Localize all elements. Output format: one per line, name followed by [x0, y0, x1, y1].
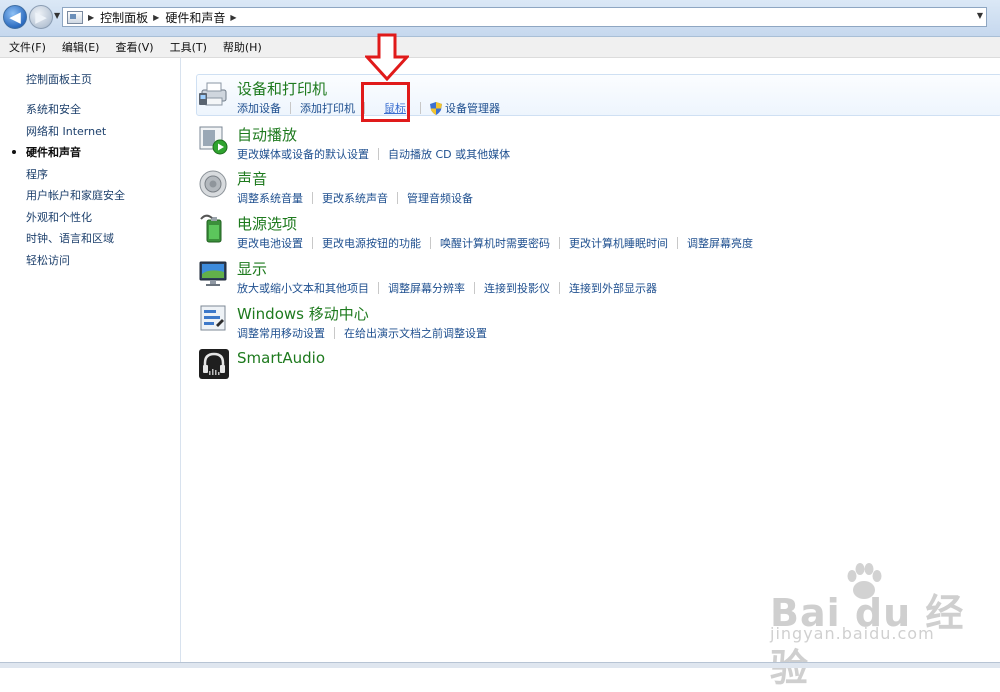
- control-panel-icon: [67, 10, 83, 24]
- breadcrumb-chevron-icon[interactable]: ▶: [153, 13, 159, 22]
- link-text-size[interactable]: 放大或缩小文本和其他项目: [237, 280, 369, 296]
- breadcrumb-chevron-icon[interactable]: ▶: [230, 13, 236, 22]
- category-title[interactable]: 自动播放: [237, 124, 297, 145]
- headphones-icon: [199, 349, 229, 379]
- category-title[interactable]: 电源选项: [237, 213, 297, 234]
- link-add-device[interactable]: 添加设备: [237, 100, 281, 116]
- link-screen-brightness[interactable]: 调整屏幕亮度: [687, 235, 753, 251]
- printer-icon: [199, 82, 227, 106]
- forward-button[interactable]: ▶: [29, 5, 53, 29]
- menu-view[interactable]: 查看(V): [106, 39, 160, 55]
- link-device-manager[interactable]: 设备管理器: [445, 100, 500, 116]
- nav-programs[interactable]: 程序: [26, 167, 125, 189]
- annotation-highlight-box: [361, 82, 410, 122]
- link-divider: [312, 192, 313, 204]
- task-links: 放大或缩小文本和其他项目 调整屏幕分辨率 连接到投影仪 连接到外部显示器: [237, 280, 657, 296]
- nav-hardware-sound[interactable]: 硬件和声音: [12, 145, 125, 167]
- breadcrumb-chevron-icon[interactable]: ▶: [88, 13, 94, 22]
- link-adjust-volume[interactable]: 调整系统音量: [237, 190, 303, 206]
- arrow-right-icon: ▶: [35, 8, 47, 26]
- recent-pages-dropdown-icon[interactable]: ▼: [54, 11, 60, 20]
- link-mobility-settings[interactable]: 调整常用移动设置: [237, 325, 325, 341]
- link-add-printer[interactable]: 添加打印机: [300, 100, 355, 116]
- mobility-center-icon: [200, 305, 226, 331]
- control-panel-home-link[interactable]: 控制面板主页: [26, 71, 92, 87]
- link-require-password-on-wake[interactable]: 唤醒计算机时需要密码: [440, 235, 550, 251]
- autoplay-icon: [199, 126, 228, 155]
- link-divider: [334, 327, 335, 339]
- category-nav-list: 系统和安全 网络和 Internet 硬件和声音 程序 用户帐户和家庭安全 外观…: [12, 102, 125, 275]
- link-presentation-settings[interactable]: 在给出演示文档之前调整设置: [344, 325, 487, 341]
- category-title[interactable]: 设备和打印机: [237, 78, 327, 99]
- uac-shield-icon: [430, 101, 442, 115]
- taskbar-edge: [0, 662, 1000, 668]
- speaker-icon: [199, 170, 227, 198]
- category-title[interactable]: 声音: [237, 168, 267, 189]
- link-sleep-time[interactable]: 更改计算机睡眠时间: [569, 235, 668, 251]
- annotation-arrow-icon: [365, 33, 409, 81]
- task-links: 更改媒体或设备的默认设置 自动播放 CD 或其他媒体: [237, 146, 510, 162]
- category-title[interactable]: Windows 移动中心: [237, 303, 369, 324]
- link-change-media-defaults[interactable]: 更改媒体或设备的默认设置: [237, 146, 369, 162]
- back-button[interactable]: ◀: [3, 5, 27, 29]
- baidu-jingyan-watermark: Bai du 经验 jingyan.baidu.com: [760, 560, 990, 690]
- link-divider: [677, 237, 678, 249]
- power-battery-icon: [200, 214, 222, 243]
- nav-system-security[interactable]: 系统和安全: [26, 102, 125, 124]
- link-divider: [378, 148, 379, 160]
- link-battery-settings[interactable]: 更改电池设置: [237, 235, 303, 251]
- menu-help[interactable]: 帮助(H): [214, 39, 269, 55]
- link-divider: [420, 102, 421, 114]
- link-divider: [378, 282, 379, 294]
- link-divider: [290, 102, 291, 114]
- link-screen-resolution[interactable]: 调整屏幕分辨率: [388, 280, 465, 296]
- link-divider: [559, 237, 560, 249]
- address-dropdown-icon[interactable]: ▼: [977, 11, 983, 20]
- task-links: 调整常用移动设置 在给出演示文档之前调整设置: [237, 325, 487, 341]
- link-external-display[interactable]: 连接到外部显示器: [569, 280, 657, 296]
- breadcrumb-control-panel[interactable]: 控制面板: [100, 9, 148, 26]
- category-title[interactable]: SmartAudio: [237, 349, 325, 367]
- task-links: 调整系统音量 更改系统声音 管理音频设备: [237, 190, 473, 206]
- watermark-url: jingyan.baidu.com: [770, 624, 935, 643]
- address-box[interactable]: ▶ 控制面板 ▶ 硬件和声音 ▶ ▼: [62, 7, 987, 27]
- nav-appearance[interactable]: 外观和个性化: [26, 210, 125, 232]
- nav-user-accounts[interactable]: 用户帐户和家庭安全: [26, 188, 125, 210]
- breadcrumb-hardware-sound[interactable]: 硬件和声音: [165, 9, 225, 26]
- link-connect-projector[interactable]: 连接到投影仪: [484, 280, 550, 296]
- link-manage-audio-devices[interactable]: 管理音频设备: [407, 190, 473, 206]
- menu-edit[interactable]: 编辑(E): [53, 39, 107, 55]
- link-divider: [312, 237, 313, 249]
- menu-bar: 文件(F) 编辑(E) 查看(V) 工具(T) 帮助(H): [0, 37, 1000, 58]
- link-divider: [474, 282, 475, 294]
- nav-ease-of-access[interactable]: 轻松访问: [26, 253, 125, 275]
- category-title[interactable]: 显示: [237, 258, 267, 279]
- address-bar-area: ◀ ▶ ▼ ▶ 控制面板 ▶ 硬件和声音 ▶ ▼: [0, 0, 1000, 37]
- nav-clock-language[interactable]: 时钟、语言和区域: [26, 231, 125, 253]
- link-power-button-function[interactable]: 更改电源按钮的功能: [322, 235, 421, 251]
- task-links: 更改电池设置 更改电源按钮的功能 唤醒计算机时需要密码 更改计算机睡眠时间 调整…: [237, 235, 753, 251]
- link-divider: [559, 282, 560, 294]
- link-divider: [430, 237, 431, 249]
- nav-network-internet[interactable]: 网络和 Internet: [26, 124, 125, 146]
- left-nav-pane: 控制面板主页 系统和安全 网络和 Internet 硬件和声音 程序 用户帐户和…: [0, 58, 181, 667]
- link-change-sounds[interactable]: 更改系统声音: [322, 190, 388, 206]
- monitor-icon: [199, 261, 227, 286]
- menu-file[interactable]: 文件(F): [0, 39, 53, 55]
- menu-tools[interactable]: 工具(T): [161, 39, 214, 55]
- arrow-left-icon: ◀: [9, 8, 21, 26]
- link-autoplay-cd[interactable]: 自动播放 CD 或其他媒体: [388, 146, 510, 162]
- link-divider: [397, 192, 398, 204]
